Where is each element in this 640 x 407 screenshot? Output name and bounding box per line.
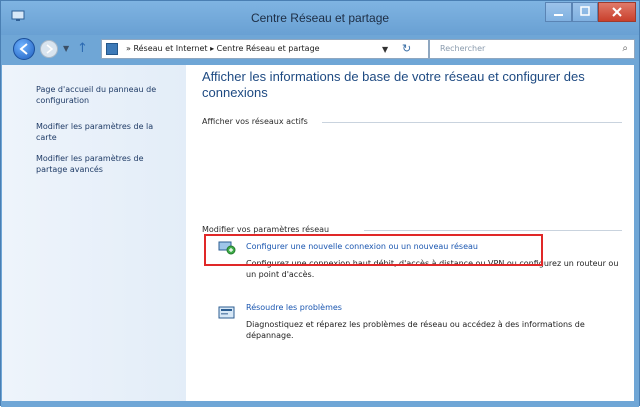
- window-title: Centre Réseau et partage: [250, 11, 390, 25]
- search-input[interactable]: Rechercher ⌕: [429, 39, 635, 59]
- sidebar-item-advanced-sharing[interactable]: Modifier les paramètres de partage avanc…: [36, 153, 176, 175]
- navigation-bar: ▼ ↑ » Réseau et Internet ▸ Centre Réseau…: [1, 35, 639, 65]
- forward-button[interactable]: [40, 40, 58, 58]
- maximize-icon: [580, 6, 590, 16]
- control-panel-icon: [106, 43, 118, 55]
- window: Centre Réseau et partage ▼ ↑ » Réseau et…: [0, 0, 640, 407]
- troubleshoot-description: Diagnostiquez et réparez les problèmes d…: [246, 320, 585, 340]
- page-title: Afficher les informations de base de vot…: [202, 69, 585, 100]
- close-icon: [612, 7, 622, 17]
- content-area: Page d'accueil du panneau de configurati…: [2, 65, 634, 401]
- address-bar[interactable]: » Réseau et Internet ▸ Centre Réseau et …: [101, 39, 429, 59]
- arrow-right-icon: [46, 44, 54, 54]
- sidebar-item-adapter-settings[interactable]: Modifier les paramètres de la carte: [36, 121, 176, 143]
- highlight-annotation: [204, 234, 543, 266]
- address-dropdown-icon[interactable]: ▼: [382, 45, 388, 54]
- minimize-icon: [554, 14, 563, 16]
- recent-pages-dropdown[interactable]: ▼: [63, 44, 69, 53]
- minimize-button[interactable]: [545, 2, 572, 22]
- divider: [364, 230, 622, 231]
- close-button[interactable]: [598, 2, 636, 22]
- title-bar: Centre Réseau et partage: [1, 1, 639, 35]
- back-button[interactable]: [13, 38, 35, 60]
- divider: [322, 122, 622, 123]
- change-settings-heading: Modifier vos paramètres réseau: [202, 225, 330, 234]
- troubleshoot-icon: [218, 306, 235, 319]
- search-icon[interactable]: ⌕: [622, 43, 628, 54]
- arrow-left-icon: [19, 43, 28, 55]
- active-networks-heading: Afficher vos réseaux actifs: [202, 117, 308, 126]
- sidebar-item-control-panel-home[interactable]: Page d'accueil du panneau de configurati…: [36, 84, 176, 106]
- window-bottom-frame: [1, 401, 639, 407]
- maximize-button[interactable]: [572, 2, 598, 22]
- breadcrumb[interactable]: » Réseau et Internet ▸ Centre Réseau et …: [126, 44, 320, 53]
- up-arrow-icon[interactable]: ↑: [77, 41, 88, 56]
- troubleshoot-link[interactable]: Résoudre les problèmes: [246, 303, 342, 312]
- search-placeholder: Rechercher: [440, 44, 486, 53]
- refresh-icon[interactable]: ↻: [402, 42, 411, 55]
- sidebar: Page d'accueil du panneau de configurati…: [2, 65, 186, 401]
